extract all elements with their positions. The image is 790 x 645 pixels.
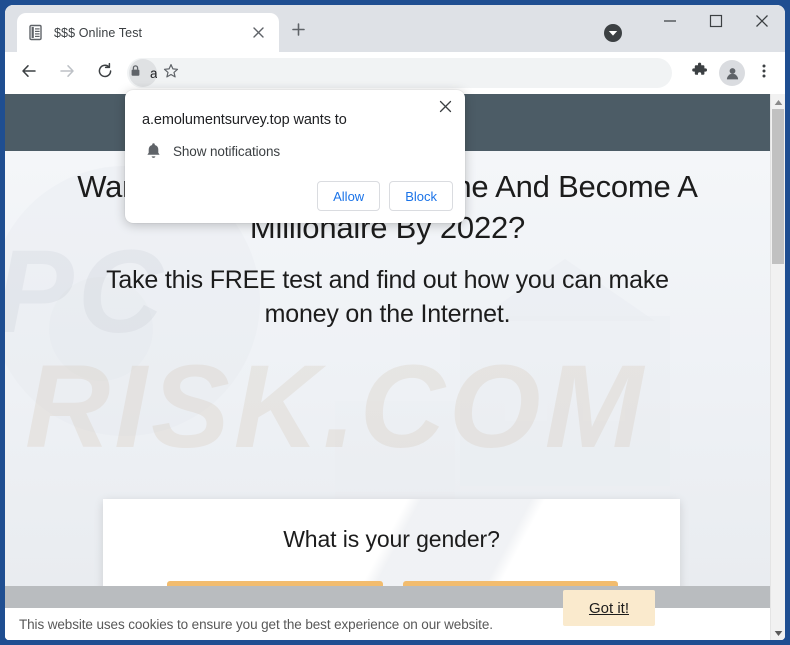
quiz-question: What is your gender? [283,526,500,552]
bell-icon [142,140,164,162]
arrow-right-icon [58,62,76,85]
tab-title: $$$ Online Test [54,25,143,40]
page-scrollbar[interactable] [770,94,785,640]
close-icon [755,14,769,33]
block-button[interactable]: Block [389,181,453,211]
permission-actions: Allow Block [317,181,453,211]
tab-search-dropdown-icon [602,24,624,48]
browser-tab[interactable]: $$$ Online Test [17,13,279,52]
page-bottom-band [5,586,770,608]
arrow-left-icon [20,62,38,85]
window-maximize-button[interactable] [693,5,739,41]
browser-window: $$$ Online Test a PC RISK.COM Want And B… [0,0,790,645]
permission-title: a.emolumentsurvey.top wants to [142,112,347,128]
reload-icon [96,62,114,85]
permission-label: Show notifications [173,143,281,159]
notification-permission-popup: a.emolumentsurvey.top wants to Show noti… [125,90,465,223]
document-list-icon [27,24,44,41]
window-close-button[interactable] [739,5,785,41]
puzzle-piece-icon [691,62,709,85]
maximize-icon [709,14,723,33]
tab-strip: $$$ Online Test [5,5,785,52]
minimize-icon [663,14,677,33]
forward-button[interactable] [53,59,81,87]
three-dot-menu-icon [756,63,772,84]
url-text: a.emolumentsurvey.top/finance-survey.htm… [150,65,157,81]
scrollbar-thumb[interactable] [772,109,784,264]
browser-window-inner: $$$ Online Test a PC RISK.COM Want And B… [5,5,785,640]
scrollbar-up-button[interactable] [771,94,785,109]
profile-button[interactable] [717,58,747,88]
extensions-button[interactable] [685,58,715,88]
site-security-button[interactable]: a.emolumentsurvey.top/finance-survey.htm… [129,59,157,87]
window-minimize-button[interactable] [647,5,693,41]
back-button[interactable] [15,59,43,87]
allow-button[interactable]: Allow [317,181,381,211]
bookmark-button[interactable] [157,59,185,87]
scrollbar-down-button[interactable] [771,625,785,640]
reload-button[interactable] [91,59,119,87]
close-icon [439,100,452,118]
lock-icon [129,64,142,82]
permission-request-row: Show notifications [142,140,280,162]
cookie-accept-button[interactable]: Got it! [563,590,655,626]
browser-menu-button[interactable] [749,58,779,88]
address-bar[interactable]: a.emolumentsurvey.top/finance-survey.htm… [127,58,672,88]
window-controls [647,5,785,52]
new-tab-button[interactable] [285,19,311,45]
cookie-consent-bar: This website uses cookies to ensure you … [5,590,770,640]
quiz-card: What is your gender? Man Woman [103,499,680,586]
plus-icon [291,23,305,41]
permission-close-button[interactable] [433,97,457,121]
account-avatar-icon [719,60,745,86]
caret-down-icon [774,624,783,641]
tab-search-dropdown-button[interactable] [602,22,624,44]
watermark-text-2: RISK.COM [25,341,647,473]
page-subheadline: Take this FREE test and find out how you… [106,266,669,328]
star-icon [163,63,179,84]
tab-close-button[interactable] [247,22,269,44]
browser-toolbar: a.emolumentsurvey.top/finance-survey.htm… [5,52,785,94]
cookie-consent-text: This website uses cookies to ensure you … [19,616,493,632]
